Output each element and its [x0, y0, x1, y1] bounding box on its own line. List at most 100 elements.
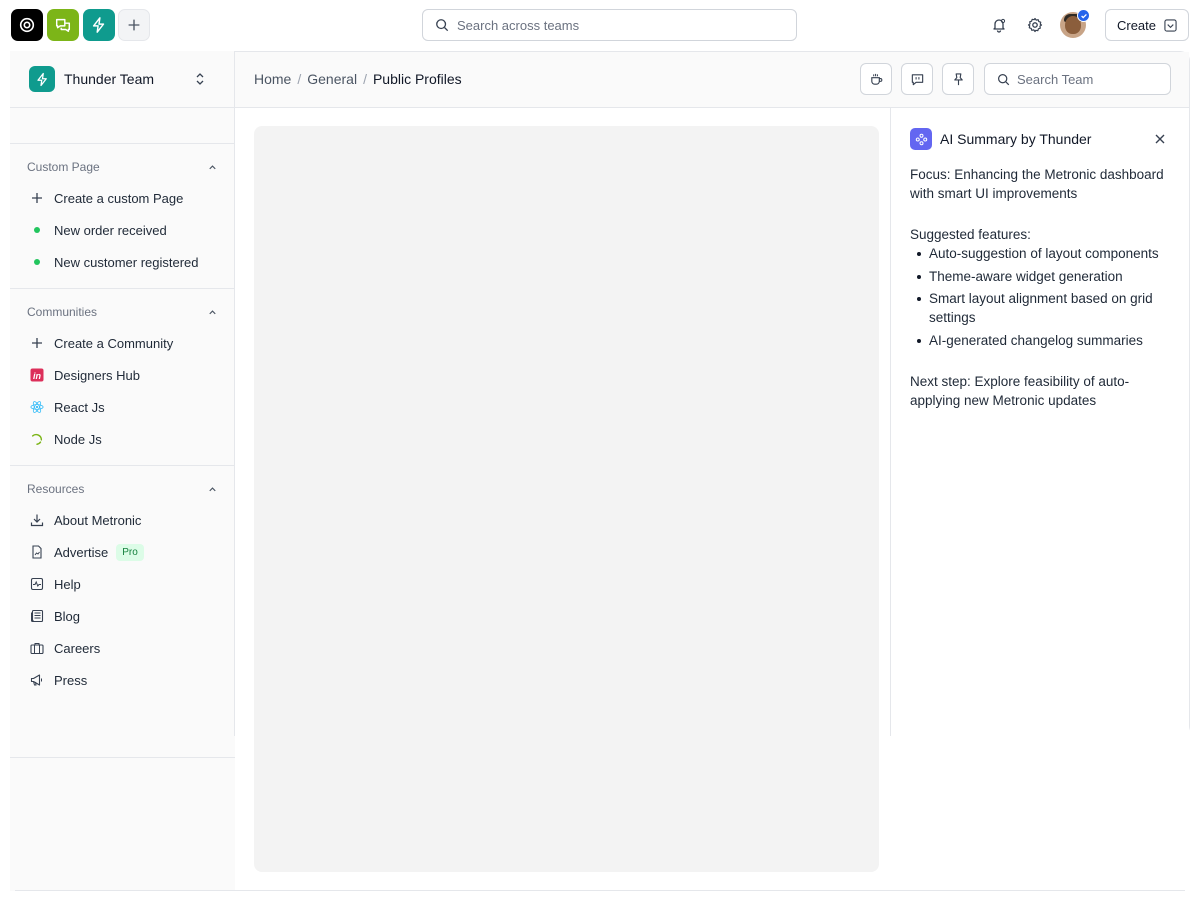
chevron-up-icon: [209, 164, 216, 169]
global-search-input[interactable]: Search across teams: [422, 9, 797, 41]
sidebar-item-designers-hub[interactable]: in Designers Hub: [10, 359, 235, 391]
bell-icon: [993, 18, 1006, 33]
pin-icon: [953, 72, 963, 85]
lightning-icon: [92, 17, 105, 33]
ai-features-title: Suggested features:: [910, 227, 1031, 242]
coffee-button[interactable]: [860, 63, 892, 95]
react-icon: [29, 399, 45, 415]
page-header: Home / General / Public Profiles Search …: [235, 52, 1189, 108]
settings-button[interactable]: [1025, 15, 1045, 35]
pro-badge: Pro: [116, 543, 144, 561]
ai-next-step-text: Next step: Explore feasibility of auto-a…: [910, 373, 1130, 408]
team-search-input[interactable]: Search Team: [984, 63, 1171, 95]
chevron-up-icon: [209, 486, 216, 491]
section-header-resources[interactable]: Resources: [10, 481, 235, 497]
file-chart-icon: [29, 544, 45, 560]
coffee-icon: [870, 73, 882, 85]
team-switcher[interactable]: Thunder Team: [10, 51, 235, 108]
sidebar-item-label: Careers: [54, 640, 101, 656]
section-title: Resources: [27, 482, 85, 496]
sidebar-item-label: Create a Community: [54, 335, 174, 351]
sidebar-item-label: New customer registered: [54, 254, 199, 270]
main-content: [235, 108, 890, 891]
invision-icon: in: [29, 367, 45, 383]
create-button[interactable]: Create: [1105, 9, 1189, 41]
section-custom-page: Custom Page Create a custom Page New ord…: [10, 143, 235, 278]
sidebar-item-new-order[interactable]: New order received: [10, 214, 235, 246]
list-item: AI-generated changelog summaries: [910, 331, 1170, 350]
gear-icon: [1027, 17, 1043, 33]
ai-summary-title: AI Summary by Thunder: [940, 131, 1092, 147]
message-icon: [911, 73, 923, 85]
thunder-app-button[interactable]: [83, 9, 115, 41]
sidebar-item-create-custom-page[interactable]: Create a custom Page: [10, 182, 235, 214]
green-dot-icon: [29, 254, 45, 270]
add-app-button[interactable]: [118, 9, 150, 41]
ai-summary-body: Focus: Enhancing the Metronic dashboard …: [910, 165, 1170, 410]
section-header-custom-page[interactable]: Custom Page: [10, 159, 235, 175]
team-search-placeholder: Search Team: [1017, 71, 1094, 87]
ai-summary-panel: AI Summary by Thunder Focus: Enhancing t…: [890, 108, 1189, 736]
top-bar: Search across teams Create: [0, 0, 1200, 50]
target-icon: [19, 17, 35, 33]
breadcrumb-home[interactable]: Home: [254, 71, 291, 87]
chat-icon: [55, 18, 71, 33]
pin-button[interactable]: [942, 63, 974, 95]
sidebar-item-about-metronic[interactable]: About Metronic: [10, 504, 235, 536]
chevron-up-down-icon: [196, 73, 204, 85]
ai-focus-text: Focus: Enhancing the Metronic dashboard …: [910, 167, 1164, 201]
ai-features-list: Auto-suggestion of layout components The…: [910, 244, 1170, 350]
sidebar-item-label: Blog: [54, 608, 81, 624]
comments-button[interactable]: [901, 63, 933, 95]
plus-icon: [29, 335, 45, 351]
chat-app-button[interactable]: [47, 9, 79, 41]
target-app-button[interactable]: [11, 9, 43, 41]
sidebar-item-advertise[interactable]: Advertise Pro: [10, 536, 235, 568]
thunder-team-logo-icon: [29, 66, 55, 92]
section-title: Communities: [27, 305, 98, 319]
sidebar-item-create-community[interactable]: Create a Community: [10, 327, 235, 359]
search-icon: [998, 73, 1010, 85]
team-name: Thunder Team: [64, 71, 155, 87]
user-avatar[interactable]: [1060, 9, 1090, 38]
chevron-down-box-icon: [1164, 18, 1177, 32]
sidebar: Thunder Team Custom Page Create a custom…: [10, 51, 235, 891]
sidebar-item-label: Create a custom Page: [54, 190, 184, 206]
svg-text:in: in: [33, 371, 42, 381]
sidebar-item-new-customer[interactable]: New customer registered: [10, 246, 235, 278]
chevron-up-icon: [209, 309, 216, 314]
section-divider: [10, 757, 235, 758]
sidebar-item-label: New order received: [54, 222, 167, 238]
sidebar-item-help[interactable]: Help: [10, 568, 235, 600]
breadcrumb-separator: /: [363, 71, 367, 87]
list-item: Theme-aware widget generation: [910, 267, 1170, 286]
global-search-placeholder: Search across teams: [457, 17, 580, 33]
sidebar-item-careers[interactable]: Careers: [10, 632, 235, 664]
sidebar-item-node-js[interactable]: Node Js: [10, 423, 235, 455]
sidebar-item-react-js[interactable]: React Js: [10, 391, 235, 423]
plus-icon: [128, 19, 140, 31]
sidebar-item-label: Press: [54, 672, 88, 688]
section-header-communities[interactable]: Communities: [10, 304, 235, 320]
node-icon: [29, 431, 45, 447]
briefcase-icon: [29, 640, 45, 656]
search-icon: [436, 19, 449, 32]
close-icon[interactable]: [1153, 132, 1167, 146]
newspaper-icon: [29, 608, 45, 624]
sidebar-item-blog[interactable]: Blog: [10, 600, 235, 632]
green-dot-icon: [29, 222, 45, 238]
list-item: Auto-suggestion of layout components: [910, 244, 1170, 263]
footer-divider: [15, 890, 1185, 891]
breadcrumb-general[interactable]: General: [307, 71, 357, 87]
notifications-button[interactable]: [989, 15, 1009, 35]
section-title: Custom Page: [27, 160, 100, 174]
create-button-label: Create: [1116, 17, 1157, 33]
sidebar-item-press[interactable]: Press: [10, 664, 235, 696]
sidebar-item-label: Advertise: [54, 544, 109, 560]
sidebar-item-label: React Js: [54, 399, 105, 415]
content-placeholder: [254, 126, 879, 872]
breadcrumb-current: Public Profiles: [372, 71, 462, 87]
list-item: Smart layout alignment based on grid set…: [910, 289, 1170, 327]
plus-icon: [29, 190, 45, 206]
ai-summary-header: AI Summary by Thunder: [910, 128, 1170, 150]
